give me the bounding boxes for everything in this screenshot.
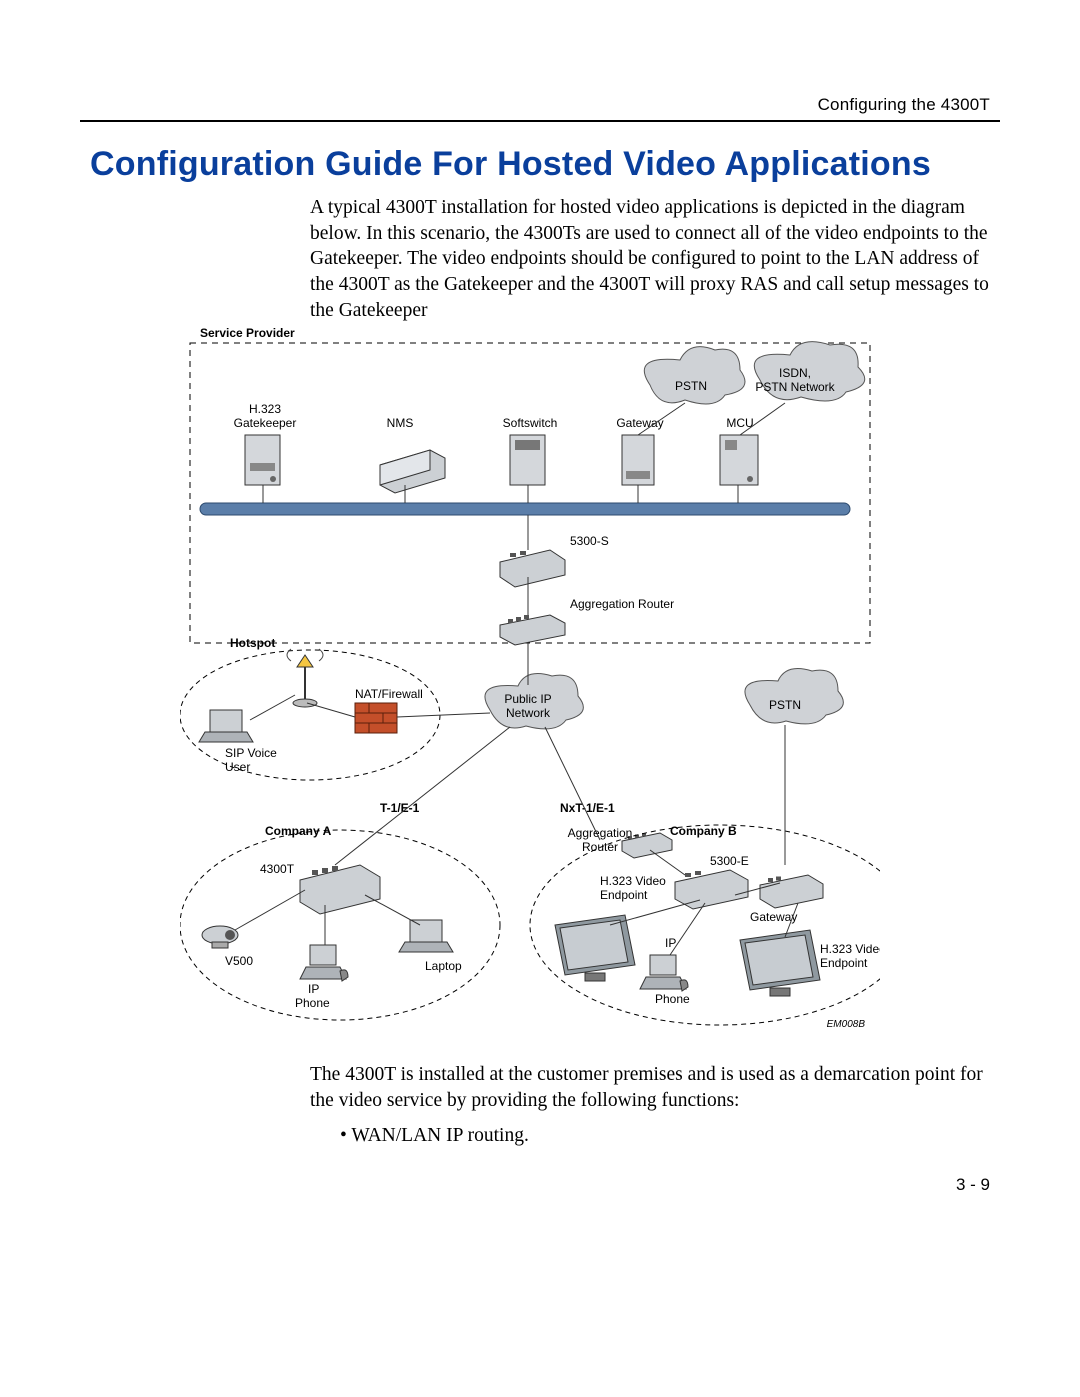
switch-icon: [500, 550, 565, 587]
camera-icon: [202, 926, 238, 948]
diagram-id: EM008B: [827, 1019, 866, 1030]
label-ipphoneB2: Phone: [655, 992, 690, 1006]
header-rule: [80, 120, 1000, 122]
label-h323-2: Gatekeeper: [234, 416, 297, 430]
intro-paragraph: A typical 4300T installation for hosted …: [310, 195, 990, 324]
label-h323epA1: H.323 Video: [600, 874, 666, 888]
label-pstn2: PSTN: [769, 698, 801, 712]
label-ipphoneA2: Phone: [295, 996, 330, 1010]
label-companyA: Company A: [265, 824, 332, 838]
router-icon: [500, 615, 565, 645]
page: Configuring the 4300T Configuration Guid…: [0, 0, 1080, 1397]
label-4300t: 4300T: [260, 862, 295, 876]
label-pstn: PSTN: [675, 379, 707, 393]
switch-icon: [675, 870, 748, 909]
label-h323epB1: H.323 Video: [820, 942, 880, 956]
pstn-cloud2-icon: [745, 669, 843, 724]
label-hotspot: Hotspot: [230, 636, 275, 650]
label-nms: NMS: [387, 416, 414, 430]
monitor-icon: [740, 930, 820, 996]
label-softswitch: Softswitch: [503, 416, 558, 430]
bullet-1: WAN/LAN IP routing.: [340, 1125, 529, 1147]
router-icon: [622, 833, 672, 858]
label-companyB: Company B: [670, 824, 737, 838]
isdn-cloud-icon: ISDN, PSTN Network: [754, 342, 864, 401]
label-agg1: Aggregation: [568, 826, 633, 840]
paragraph-2: The 4300T is installed at the customer p…: [310, 1062, 990, 1113]
label-service-provider: Service Provider: [200, 326, 295, 340]
server-icon: [622, 435, 654, 485]
server-icon: [380, 450, 445, 493]
label-ipphoneA1: IP: [308, 982, 319, 996]
laptop-icon: [399, 920, 453, 952]
label-5300s: 5300-S: [570, 534, 609, 548]
page-number: 3 - 9: [956, 1175, 990, 1195]
label-pubip1: Public IP: [504, 692, 551, 706]
server-icon: [510, 435, 545, 485]
phone-icon: [640, 955, 688, 991]
firewall-icon: [355, 703, 397, 733]
label-sip1: SIP Voice: [225, 746, 277, 760]
label-gateway-sp: Gateway: [616, 416, 663, 430]
label-5300e: 5300-E: [710, 854, 749, 868]
monitor-icon: [555, 915, 635, 981]
router-icon: [760, 875, 823, 908]
label-isdn1: ISDN,: [779, 366, 811, 380]
label-nxt1e1: NxT-1/E-1: [560, 801, 615, 815]
label-h323-1: H.323: [249, 402, 281, 416]
label-natfw: NAT/Firewall: [355, 687, 423, 701]
network-diagram: Service Provider PSTN ISDN, PSTN Network…: [180, 325, 880, 1035]
page-title: Configuration Guide For Hosted Video App…: [90, 145, 931, 184]
label-pubip2: Network: [506, 706, 551, 720]
pstn-cloud-icon: PSTN: [644, 347, 745, 404]
phone-icon: [300, 945, 348, 981]
bus-line-icon: [200, 503, 850, 515]
label-agg-router-sp: Aggregation Router: [570, 597, 674, 611]
server-icon: [245, 435, 280, 485]
label-h323epA2: Endpoint: [600, 888, 648, 902]
label-v500: V500: [225, 954, 253, 968]
label-h323epB2: Endpoint: [820, 956, 868, 970]
label-laptop: Laptop: [425, 959, 462, 973]
header-right: Configuring the 4300T: [818, 95, 990, 115]
router-icon: [300, 865, 380, 914]
label-isdn2: PSTN Network: [755, 380, 835, 394]
antenna-icon: [287, 649, 323, 707]
server-icon: [720, 435, 758, 485]
laptop-icon: [199, 710, 253, 742]
label-sip2: User: [225, 760, 250, 774]
